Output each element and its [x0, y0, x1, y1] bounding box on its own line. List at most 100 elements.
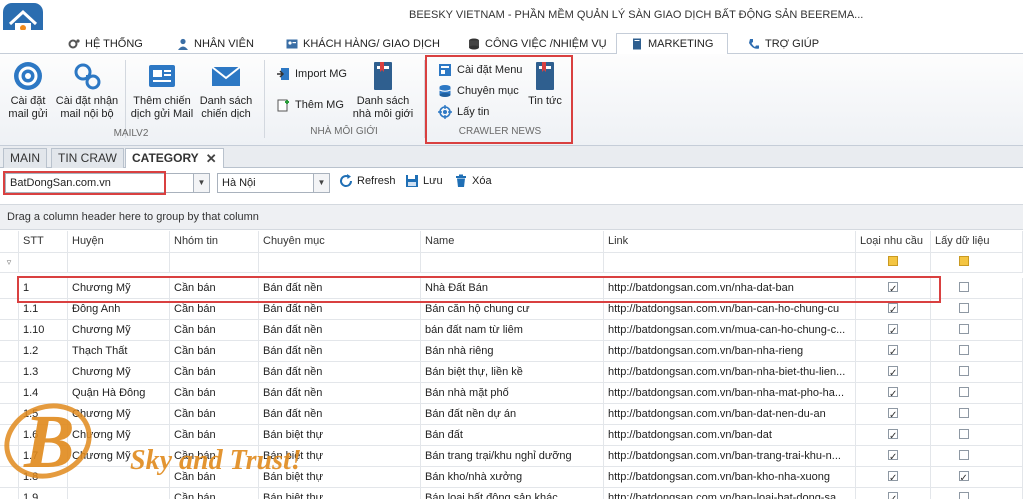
row-indicator[interactable] — [0, 362, 19, 382]
row-indicator[interactable] — [0, 425, 19, 445]
tab-main[interactable]: MAIN — [3, 148, 47, 168]
column-header-chuyen-muc[interactable]: Chuyên mục — [259, 231, 421, 252]
cell-chuyen[interactable]: Bán đất nền — [259, 404, 421, 424]
cell-chuyen[interactable]: Bán đất nền — [259, 341, 421, 361]
filter-cell[interactable] — [68, 253, 170, 272]
checkbox[interactable] — [888, 490, 898, 499]
tab-he-thong[interactable]: HỆ THỐNG — [68, 33, 143, 55]
checkbox[interactable] — [958, 282, 969, 292]
cell-nhom[interactable]: Cần bán — [170, 488, 259, 499]
column-header-nhom-tin[interactable]: Nhóm tin — [170, 231, 259, 252]
checkbox[interactable] — [958, 408, 969, 418]
tab-tro-giup[interactable]: TRỢ GIÚP — [748, 33, 819, 55]
cell-stt[interactable]: 1.10 — [19, 320, 68, 340]
refresh-button[interactable]: Refresh — [339, 174, 396, 188]
table-row[interactable]: 1.7 Chương Mỹ Cần bán Bán biệt thự Bán trang… — [0, 446, 1023, 467]
checkbox[interactable] — [888, 406, 898, 424]
column-header-lay-du-lieu[interactable]: Lấy dữ liệu — [931, 231, 1023, 252]
cell-stt[interactable]: 1.3 — [19, 362, 68, 382]
campaign-list-button[interactable]: Danh sách chiến dịch — [196, 60, 256, 121]
tab-tin-craw[interactable]: TIN CRAW — [51, 148, 124, 168]
checkbox[interactable] — [888, 301, 898, 319]
checkbox[interactable] — [958, 366, 969, 376]
cell-stt[interactable]: 1.5 — [19, 404, 68, 424]
checkbox[interactable] — [888, 322, 898, 340]
table-row[interactable]: 1.4 Quận Hà Đông Cần bán Bán đất nền Bán nhà… — [0, 383, 1023, 404]
cell-name[interactable]: Bán loại bất động sản khác — [421, 488, 604, 499]
row-indicator[interactable] — [0, 383, 19, 403]
chevron-down-icon[interactable]: ▼ — [313, 174, 329, 192]
group-by-panel[interactable]: Drag a column header here to group by th… — [0, 204, 1023, 230]
grid-filter-row[interactable]: ▿ — [0, 253, 1023, 273]
filter-cell[interactable] — [604, 253, 856, 272]
table-row[interactable]: 1.5 Chương Mỹ Cần bán Bán đất nền Bán đất nề… — [0, 404, 1023, 425]
cell-name[interactable]: Bán trang trại/khu nghỉ dưỡng — [421, 446, 604, 466]
cell-stt[interactable]: 1.7 — [19, 446, 68, 466]
filter-checkbox[interactable] — [888, 256, 898, 266]
cell-huyen[interactable]: Chương Mỹ — [68, 446, 170, 466]
cell-huyen[interactable]: Chương Mỹ — [68, 404, 170, 424]
cell-chuyen[interactable]: Bán biệt thự — [259, 446, 421, 466]
cell-huyen[interactable] — [68, 488, 170, 499]
close-icon[interactable]: ✕ — [206, 149, 217, 168]
checkbox[interactable] — [958, 450, 969, 460]
cell-chuyen[interactable]: Bán đất nền — [259, 320, 421, 340]
column-header-stt[interactable]: STT — [19, 231, 68, 252]
cell-nhom[interactable]: Cần bán — [170, 341, 259, 361]
cell-huyen[interactable]: Chương Mỹ — [68, 425, 170, 445]
table-row[interactable]: 1.8 Cần bán Bán biệt thự Bán kho/nhà xưởng h… — [0, 467, 1023, 488]
cell-nhom[interactable]: Cần bán — [170, 320, 259, 340]
cell-link[interactable]: http://batdongsan.com.vn/mua-can-ho-chun… — [604, 320, 856, 340]
cell-link[interactable]: http://batdongsan.com.vn/ban-dat-nen-du-… — [604, 404, 856, 424]
row-indicator[interactable] — [0, 404, 19, 424]
row-indicator[interactable] — [0, 467, 19, 487]
checkbox[interactable] — [958, 492, 969, 499]
tab-category[interactable]: CATEGORY ✕ — [125, 148, 224, 169]
import-broker-button[interactable]: Import MG — [276, 67, 347, 81]
cell-nhom[interactable]: Cần bán — [170, 404, 259, 424]
broker-list-button[interactable]: Danh sách nhà môi giới — [352, 60, 414, 121]
cell-link[interactable]: http://batdongsan.com.vn/ban-kho-nha-xuo… — [604, 467, 856, 487]
cell-stt[interactable]: 1.9 — [19, 488, 68, 499]
row-indicator[interactable] — [0, 446, 19, 466]
delete-button[interactable]: Xóa — [454, 174, 492, 188]
tab-cong-viec[interactable]: CÔNG VIỆC /NHIỆM VỤ — [468, 33, 607, 55]
table-row[interactable]: 1.9 Cần bán Bán biệt thự Bán loại bất động … — [0, 488, 1023, 499]
cell-name[interactable]: Bán nhà mặt phố — [421, 383, 604, 403]
save-button[interactable]: Lưu — [405, 174, 443, 188]
table-row[interactable]: 1.6 Chương Mỹ Cần bán Bán biệt thự Bán đất ht… — [0, 425, 1023, 446]
cell-name[interactable]: Bán đất — [421, 425, 604, 445]
cell-stt[interactable]: 1.2 — [19, 341, 68, 361]
cell-chuyen[interactable]: Bán biệt thự — [259, 425, 421, 445]
cell-chuyen[interactable]: Bán biệt thự — [259, 467, 421, 487]
checkbox[interactable] — [958, 324, 969, 334]
cell-chuyen[interactable]: Bán đất nền — [259, 362, 421, 382]
cell-name[interactable]: Bán đất nền dự án — [421, 404, 604, 424]
column-header-name[interactable]: Name — [421, 231, 604, 252]
checkbox[interactable] — [888, 427, 898, 445]
add-broker-button[interactable]: Thêm MG — [276, 98, 344, 112]
filter-cell[interactable] — [931, 253, 1023, 272]
table-row[interactable]: 1.2 Thạch Thất Cần bán Bán đất nền Bán nhà r… — [0, 341, 1023, 362]
checkbox[interactable] — [888, 469, 898, 487]
chevron-down-icon[interactable]: ▼ — [193, 174, 209, 192]
cell-huyen[interactable]: Chương Mỹ — [68, 362, 170, 382]
cell-name[interactable]: Bán nhà riêng — [421, 341, 604, 361]
cell-nhom[interactable]: Cần bán — [170, 446, 259, 466]
cell-nhom[interactable]: Cần bán — [170, 383, 259, 403]
city-select[interactable]: Hà Nội ▼ — [217, 173, 330, 193]
cell-link[interactable]: http://batdongsan.com.vn/ban-loai-bat-do… — [604, 488, 856, 499]
tab-marketing[interactable]: MARKETING — [616, 33, 729, 55]
cell-stt[interactable]: 1.6 — [19, 425, 68, 445]
cell-link[interactable]: http://batdongsan.com.vn/ban-nha-rieng — [604, 341, 856, 361]
checkbox[interactable] — [958, 387, 969, 397]
checkbox[interactable] — [888, 364, 898, 382]
filter-cell[interactable] — [259, 253, 421, 272]
cell-chuyen[interactable]: Bán biệt thự — [259, 488, 421, 499]
table-row[interactable]: 1.10 Chương Mỹ Cần bán Bán đất nền bán đất n… — [0, 320, 1023, 341]
cell-nhom[interactable]: Cần bán — [170, 425, 259, 445]
checkbox[interactable] — [958, 469, 969, 487]
checkbox[interactable] — [888, 343, 898, 361]
cell-huyen[interactable]: Chương Mỹ — [68, 320, 170, 340]
checkbox[interactable] — [958, 429, 969, 439]
